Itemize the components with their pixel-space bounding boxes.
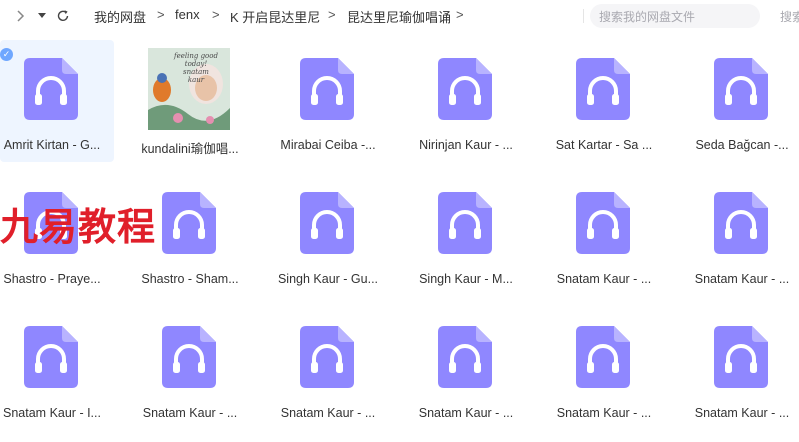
- audio-file-icon: [162, 326, 216, 388]
- audio-file-icon: [300, 58, 354, 120]
- file-name: Snatam Kaur - ...: [694, 272, 790, 286]
- audio-file-icon: [576, 58, 630, 120]
- audio-file-icon: [576, 326, 630, 388]
- breadcrumb-item[interactable]: 我的网盘: [94, 7, 146, 26]
- audio-file-icon: [714, 58, 768, 120]
- file-item[interactable]: Singh Kaur - M...: [414, 174, 528, 296]
- file-name: Mirabai Ceiba -...: [280, 138, 376, 152]
- file-item[interactable]: Snatam Kaur - ...: [138, 308, 252, 430]
- audio-file-icon: [438, 58, 492, 120]
- audio-file-icon: [438, 192, 492, 254]
- refresh-icon: [57, 10, 69, 22]
- audio-file-icon: [162, 192, 216, 254]
- file-item[interactable]: Seda Bağcan -...: [690, 40, 799, 162]
- file-item[interactable]: Snatam Kaur - ...: [690, 308, 799, 430]
- file-name: Singh Kaur - Gu...: [277, 272, 379, 286]
- breadcrumb-item[interactable]: fenx: [175, 7, 200, 22]
- file-item[interactable]: Amrit Kirtan - G... ✓: [0, 40, 114, 162]
- file-name: Sat Kartar - Sa ...: [555, 138, 653, 152]
- file-item[interactable]: Snatam Kaur - ...: [552, 174, 666, 296]
- file-name: Shastro - Sham...: [141, 272, 239, 286]
- file-item[interactable]: Mirabai Ceiba -...: [276, 40, 390, 162]
- audio-file-icon: [300, 326, 354, 388]
- file-name: Amrit Kirtan - G...: [3, 138, 101, 152]
- caret-down-icon: [38, 13, 46, 18]
- audio-file-icon: [300, 192, 354, 254]
- thumbnail-text: feeling good today! snatam kaur: [174, 52, 218, 84]
- audio-file-icon: [576, 192, 630, 254]
- file-name: Snatam Kaur - ...: [694, 406, 790, 420]
- breadcrumb-separator: >: [212, 7, 220, 22]
- file-item[interactable]: Snatam Kaur - ...: [414, 308, 528, 430]
- file-name: Snatam Kaur - ...: [418, 406, 514, 420]
- search-button[interactable]: 搜索: [780, 8, 799, 25]
- audio-file-icon: [714, 192, 768, 254]
- file-name: Snatam Kaur - ...: [142, 406, 238, 420]
- file-name: Snatam Kaur - ...: [556, 406, 652, 420]
- breadcrumb-separator: >: [328, 7, 336, 22]
- watermark-logo: 九易教程: [0, 207, 157, 249]
- file-name: kundalini瑜伽唱...: [141, 142, 239, 156]
- back-button[interactable]: [10, 6, 30, 26]
- search-box[interactable]: [590, 4, 761, 28]
- image-thumbnail: feeling good today! snatam kaur: [148, 48, 230, 130]
- file-name: Singh Kaur - M...: [419, 272, 513, 286]
- chevron-right-icon: [17, 10, 25, 22]
- breadcrumb-item-current[interactable]: 昆达里尼瑜伽唱诵: [347, 7, 451, 26]
- file-item[interactable]: Snatam Kaur - ...: [276, 308, 390, 430]
- toolbar: 我的网盘 > fenx > K 开启昆达里尼 > 昆达里尼瑜伽唱诵 > 搜索: [0, 0, 799, 32]
- file-item[interactable]: Snatam Kaur - ...: [690, 174, 799, 296]
- file-item[interactable]: Snatam Kaur - I...: [0, 308, 114, 430]
- file-item[interactable]: Snatam Kaur - ...: [552, 308, 666, 430]
- refresh-button[interactable]: [53, 6, 73, 26]
- selected-check-icon[interactable]: ✓: [0, 48, 13, 61]
- file-name: Nirinjan Kaur - ...: [419, 138, 513, 152]
- audio-file-icon: [438, 326, 492, 388]
- audio-file-icon: [24, 326, 78, 388]
- breadcrumb-separator: >: [456, 7, 464, 22]
- breadcrumb-separator: >: [157, 7, 165, 22]
- divider: [583, 9, 584, 23]
- search-input[interactable]: [597, 7, 761, 27]
- breadcrumb-item[interactable]: K 开启昆达里尼: [230, 7, 320, 26]
- file-name: Snatam Kaur - ...: [280, 406, 376, 420]
- file-name: Snatam Kaur - ...: [556, 272, 652, 286]
- file-item[interactable]: Singh Kaur - Gu...: [276, 174, 390, 296]
- history-dropdown-button[interactable]: [32, 6, 52, 26]
- audio-file-icon: [24, 58, 78, 120]
- file-item[interactable]: Nirinjan Kaur - ...: [414, 40, 528, 162]
- file-item[interactable]: Sat Kartar - Sa ...: [552, 40, 666, 162]
- file-name: Snatam Kaur - I...: [3, 406, 101, 420]
- audio-file-icon: [714, 326, 768, 388]
- file-name: Seda Bağcan -...: [695, 138, 789, 152]
- file-name: Shastro - Praye...: [3, 272, 101, 286]
